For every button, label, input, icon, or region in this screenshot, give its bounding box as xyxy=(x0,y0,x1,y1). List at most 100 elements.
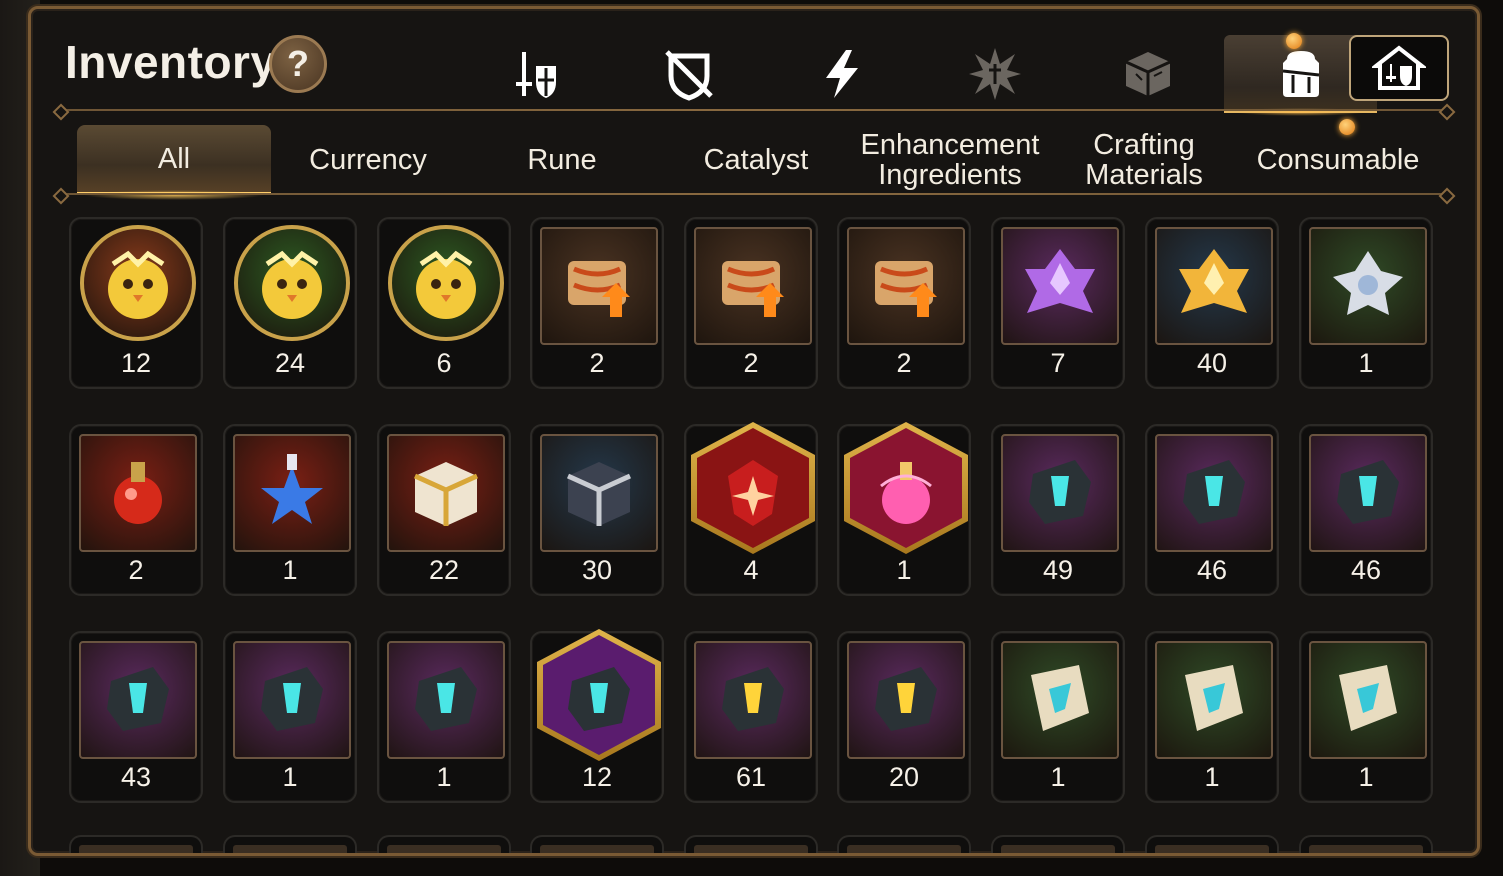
tab-artifact[interactable] xyxy=(612,35,765,113)
item-slot-gold-rune-slash[interactable]: 20 xyxy=(837,631,971,803)
item-slot-partial[interactable] xyxy=(991,835,1125,853)
notification-dot xyxy=(1339,119,1355,135)
tab-enhancement-ingredients[interactable]: Enhancement Ingredients xyxy=(853,125,1047,195)
tab-equipment[interactable] xyxy=(459,35,612,113)
item-count: 2 xyxy=(743,348,759,378)
item-slot-upgrade-scroll-gold[interactable]: 2 xyxy=(837,217,971,389)
item-slot-silver-chest[interactable]: 30 xyxy=(530,424,664,596)
item-count: 20 xyxy=(888,762,920,792)
panel-corner-ornament xyxy=(1458,9,1477,28)
item-slot-partial[interactable] xyxy=(837,835,971,853)
guild-hall-icon xyxy=(1372,45,1426,90)
item-slot-upgrade-scroll-fire[interactable]: 2 xyxy=(530,217,664,389)
scroll-icon xyxy=(722,261,784,317)
item-slot-partial[interactable] xyxy=(223,835,357,853)
item-slot-rune-stone-necklace[interactable]: 1 xyxy=(377,631,511,803)
item-slot-partial[interactable] xyxy=(1299,835,1433,853)
item-count: 4 xyxy=(743,555,759,585)
item-slot-tablet-boot[interactable]: 1 xyxy=(1299,631,1433,803)
item-slot-rune-stone-boot[interactable]: 43 xyxy=(69,631,203,803)
item-slot-rune-stone-armor[interactable]: 46 xyxy=(1299,424,1433,596)
gold-crystal-icon xyxy=(1179,249,1249,313)
tab-consumable[interactable]: Consumable xyxy=(1241,119,1435,195)
tab-exclusive[interactable] xyxy=(765,35,918,113)
rune-stone-icon xyxy=(415,667,477,731)
item-count: 1 xyxy=(1050,762,1066,792)
gold-rune-icon xyxy=(875,667,937,731)
item-slot-gold-crystal[interactable]: 40 xyxy=(1145,217,1279,389)
tab-all[interactable]: All xyxy=(77,125,271,200)
red-potion-icon xyxy=(114,462,162,524)
item-slot-partial[interactable] xyxy=(530,835,664,853)
header-divider xyxy=(61,109,1447,111)
item-count: 43 xyxy=(120,762,152,792)
top-tab-bar xyxy=(459,33,1377,116)
item-slot-green-phantasma-token[interactable]: 24 xyxy=(223,217,357,389)
yellow-bird-icon xyxy=(416,250,476,319)
item-slot-red-gem[interactable]: 4 xyxy=(684,422,818,596)
rune-stone-icon xyxy=(107,667,169,731)
panel-corner-ornament xyxy=(31,834,50,853)
item-count: 22 xyxy=(428,555,460,585)
rune-stone-icon xyxy=(568,667,630,731)
item-slot-rune-stone-sword[interactable]: 49 xyxy=(991,424,1125,596)
scroll-icon xyxy=(568,261,630,317)
tablet-icon xyxy=(1031,665,1089,731)
item-count: 24 xyxy=(274,348,306,378)
item-slot-silver-flower-crystal[interactable]: 1 xyxy=(1299,217,1433,389)
item-slot-red-potion[interactable]: 2 xyxy=(69,424,203,596)
item-slot-pink-potion[interactable]: 1 xyxy=(837,422,971,596)
tab-imprint[interactable] xyxy=(918,35,1071,113)
item-slot-rune-stone-helm[interactable]: 46 xyxy=(1145,424,1279,596)
item-slot-upgrade-scroll-rainbow[interactable]: 2 xyxy=(684,217,818,389)
item-slot-partial[interactable] xyxy=(684,835,818,853)
backpack-icon xyxy=(1282,50,1319,97)
item-slot-tablet-helm[interactable]: 1 xyxy=(1145,631,1279,803)
rune-stone-icon xyxy=(261,667,323,731)
tab-crafting-materials[interactable]: Crafting Materials xyxy=(1047,125,1241,195)
notification-dot xyxy=(1286,33,1302,49)
item-slot-golden-phantasma-token[interactable]: 12 xyxy=(69,217,203,389)
help-button[interactable]: ? xyxy=(269,35,327,93)
item-count: 2 xyxy=(896,348,912,378)
item-count: 40 xyxy=(1196,348,1228,378)
item-slot-rune-stone-ring[interactable]: 1 xyxy=(223,631,357,803)
item-slot-star-potion[interactable]: 1 xyxy=(223,424,357,596)
item-count: 1 xyxy=(282,762,298,792)
scroll-icon xyxy=(875,261,937,317)
silver-flower-icon xyxy=(1333,251,1403,315)
broken-shield-icon xyxy=(664,50,713,101)
item-slot-tablet-sword[interactable]: 1 xyxy=(991,631,1125,803)
item-count: 12 xyxy=(581,762,613,792)
item-slot-rune-stone-star[interactable]: 12 xyxy=(530,629,664,803)
sword-shield-icon xyxy=(515,52,556,98)
silver-chest-icon xyxy=(566,462,632,526)
guild-storage-button[interactable] xyxy=(1349,35,1449,101)
item-slot-partial[interactable] xyxy=(69,835,203,853)
panel-corner-ornament xyxy=(1458,834,1477,853)
item-count: 61 xyxy=(735,762,767,792)
tabs-divider xyxy=(61,193,1447,195)
item-slot-purple-crystal[interactable]: 7 xyxy=(991,217,1125,389)
tab-parts[interactable] xyxy=(1071,35,1224,113)
red-gem-icon xyxy=(728,460,778,526)
tab-catalyst[interactable]: Catalyst xyxy=(659,125,853,195)
item-slot-partial[interactable] xyxy=(1145,835,1279,853)
item-count: 1 xyxy=(282,555,298,585)
tab-currency[interactable]: Currency xyxy=(271,125,465,195)
yellow-bird-icon xyxy=(262,250,322,319)
tablet-icon xyxy=(1185,665,1243,731)
item-slot-partial[interactable] xyxy=(377,835,511,853)
item-count: 6 xyxy=(436,348,452,378)
item-count: 2 xyxy=(128,555,144,585)
item-slot-laurel-phantasma-token[interactable]: 6 xyxy=(377,217,511,389)
inventory-panel: Inventory ? All Currency Rune Catalyst E… xyxy=(28,6,1480,856)
tab-consumable-label: Consumable xyxy=(1256,144,1420,176)
item-slot-gold-rune-hammer[interactable]: 61 xyxy=(684,631,818,803)
item-count: 7 xyxy=(1050,348,1066,378)
item-count: 49 xyxy=(1042,555,1074,585)
item-slot-gold-chest[interactable]: 22 xyxy=(377,424,511,596)
star-potion-icon xyxy=(261,454,323,524)
lightning-icon xyxy=(825,50,858,98)
tab-rune[interactable]: Rune xyxy=(465,125,659,195)
